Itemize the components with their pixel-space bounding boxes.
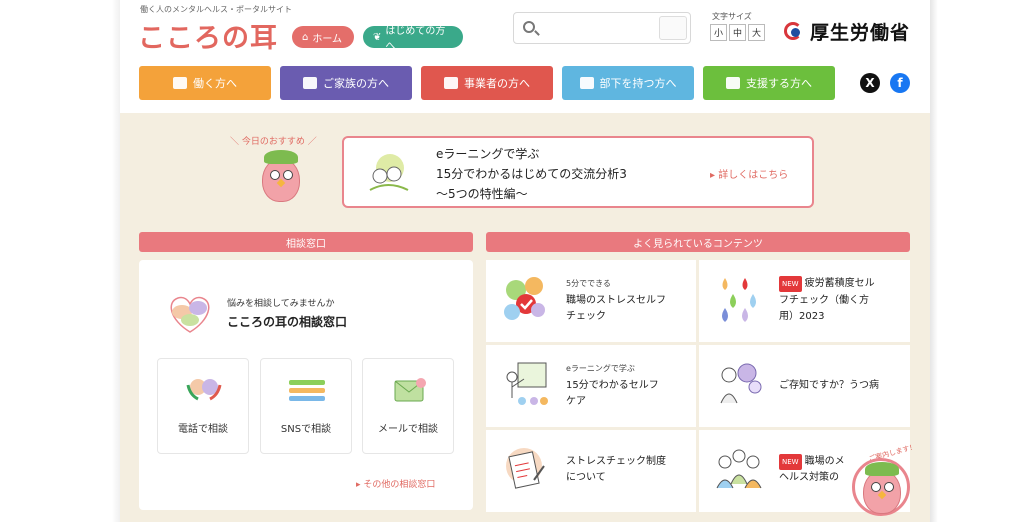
popular-item-5-title-l2: について xyxy=(566,472,606,483)
consult-lead-small: 悩みを相談してみませんか xyxy=(227,299,335,309)
guide-mascot-button[interactable]: ご案内します！ xyxy=(850,443,924,520)
presentation-icon xyxy=(506,362,548,405)
popular-item-3-small: eラーニングで学ぶ xyxy=(566,364,635,373)
leaf-icon: ❦ xyxy=(373,31,382,43)
nav-employers-label: 事業者の方へ xyxy=(464,77,530,90)
popular-item-5-title-l1: ストレスチェック制度 xyxy=(566,456,666,467)
page-shadow-right xyxy=(930,0,938,522)
popular-item[interactable]: NEW 疲労蓄積度セル フチェック（働く方 用）2023 xyxy=(699,260,910,342)
first-time-button-label: はじめての方へ xyxy=(385,26,446,52)
search-icon xyxy=(523,21,535,33)
mail-consult-label: メールで相談 xyxy=(378,424,438,435)
new-badge: NEW xyxy=(779,454,802,470)
popular-item[interactable]: 5分でできる 職場のストレスセルフ チェック xyxy=(486,260,696,342)
popular-item-4-title-l1: ご存知ですか？うつ病 xyxy=(779,380,879,391)
ministry-logo[interactable]: 厚生労働省 xyxy=(784,18,910,45)
elearning-illustration-icon xyxy=(369,154,409,191)
font-size-medium-button[interactable]: 中 xyxy=(729,24,746,41)
popular-item-3-title-l1: 15分でわかるセルフ xyxy=(566,380,659,391)
phone-consult-label: 電話で相談 xyxy=(178,424,228,435)
popular-item-1-title-l2: チェック xyxy=(566,311,606,322)
consult-lead-title[interactable]: こころの耳の相談窓口 xyxy=(227,313,347,330)
popular-item-2-title-l3: 用）2023 xyxy=(779,311,825,322)
popular-item[interactable]: ご存知ですか？うつ病 xyxy=(699,345,910,427)
team-icon xyxy=(716,449,762,489)
x-social-icon[interactable]: X xyxy=(860,73,880,93)
popular-heading: よく見られているコンテンツ xyxy=(486,232,910,252)
recommend-line-3: 〜5つの特性編〜 xyxy=(436,187,528,201)
other-consult-link[interactable]: ▸ その他の相談窓口 xyxy=(356,477,435,490)
nav-supporters-label: 支援する方へ xyxy=(746,77,812,90)
nav-workers-label: 働く方へ xyxy=(193,77,237,90)
mail-icon xyxy=(394,378,426,402)
nav-managers-label: 部下を持つ方へ xyxy=(599,77,677,90)
home-button-label: ホーム xyxy=(312,33,343,45)
popular-item-2-title-l1: NEW 疲労蓄積度セル xyxy=(779,276,875,292)
popular-item[interactable]: ストレスチェック制度 について xyxy=(486,430,696,512)
nav-family-label: ご家族の方へ xyxy=(323,77,389,90)
recommend-line-2: 15分でわかるはじめての交流分析3 xyxy=(436,167,627,181)
recommend-card[interactable]: eラーニングで学ぶ 15分でわかるはじめての交流分析3 〜5つの特性編〜 ▸ 詳… xyxy=(342,136,814,208)
facebook-social-icon[interactable]: f xyxy=(890,73,910,93)
page-shadow-left xyxy=(112,0,120,522)
ministry-mark-icon xyxy=(784,20,806,44)
chat-icon xyxy=(289,380,325,401)
home-button[interactable]: ⌂ ホーム xyxy=(292,26,354,48)
font-size-large-button[interactable]: 大 xyxy=(748,24,765,41)
family-icon xyxy=(303,77,317,89)
owl-guide-icon xyxy=(859,462,905,516)
nav-family[interactable]: ご家族の方へ xyxy=(280,66,412,100)
page: 働く人のメンタルヘルス・ポータルサイト こころの耳 ⌂ ホーム ❦ はじめての方… xyxy=(120,0,930,522)
consult-heading: 相談窓口 xyxy=(139,232,473,252)
font-size-small-button[interactable]: 小 xyxy=(710,24,727,41)
home-icon: ⌂ xyxy=(302,31,309,43)
building-icon xyxy=(444,77,458,89)
phone-icon xyxy=(186,379,222,401)
thinking-person-icon xyxy=(720,363,762,404)
phone-consult-card[interactable]: 電話で相談 xyxy=(157,358,249,454)
ministry-name: 厚生労働省 xyxy=(810,22,911,44)
mail-consult-card[interactable]: メールで相談 xyxy=(362,358,454,454)
helping-hand-icon xyxy=(726,77,740,89)
recommend-line-1: eラーニングで学ぶ xyxy=(436,147,540,161)
search-input[interactable] xyxy=(513,12,691,44)
droplets-icon xyxy=(722,278,756,322)
popular-item[interactable]: eラーニングで学ぶ 15分でわかるセルフ ケア xyxy=(486,345,696,427)
recommend-label: ＼ 今日のおすすめ ／ xyxy=(230,137,317,147)
site-logo[interactable]: こころの耳 xyxy=(138,16,278,55)
people-icon xyxy=(579,77,594,89)
site-tagline: 働く人のメンタルヘルス・ポータルサイト xyxy=(140,5,292,14)
checklist-icon xyxy=(504,277,545,320)
popular-item-3-title-l2: ケア xyxy=(566,396,586,407)
popular-item-6-title-l1: NEW 職場のメ xyxy=(779,454,845,470)
nav-employers[interactable]: 事業者の方へ xyxy=(421,66,553,100)
popular-item-6-title-l2: ヘルス対策の xyxy=(779,472,839,483)
new-badge: NEW xyxy=(779,276,802,292)
nav-managers[interactable]: 部下を持つ方へ xyxy=(562,66,694,100)
briefcase-icon xyxy=(173,77,187,89)
clipboard-icon xyxy=(506,448,545,489)
recommend-more-link[interactable]: ▸ 詳しくはこちら xyxy=(710,166,788,181)
nav-workers[interactable]: 働く方へ xyxy=(139,66,271,100)
popular-item-2-title-l2: フチェック（働く方 xyxy=(779,295,869,306)
main-nav: 働く方へ ご家族の方へ 事業者の方へ 部下を持つ方へ 支援する方へ xyxy=(139,66,835,100)
popular-item-1-title-l1: 職場のストレスセルフ xyxy=(566,295,666,306)
nav-supporters[interactable]: 支援する方へ xyxy=(703,66,835,100)
search-button[interactable] xyxy=(659,16,687,40)
sns-consult-card[interactable]: SNSで相談 xyxy=(260,358,352,454)
owl-mascot-icon xyxy=(258,150,304,204)
speech-bubbles-icon xyxy=(170,296,210,333)
popular-item-1-small: 5分でできる xyxy=(566,279,611,288)
first-time-button[interactable]: ❦ はじめての方へ xyxy=(363,26,463,52)
sns-consult-label: SNSで相談 xyxy=(280,424,332,435)
font-size-label: 文字サイズ xyxy=(712,12,752,21)
